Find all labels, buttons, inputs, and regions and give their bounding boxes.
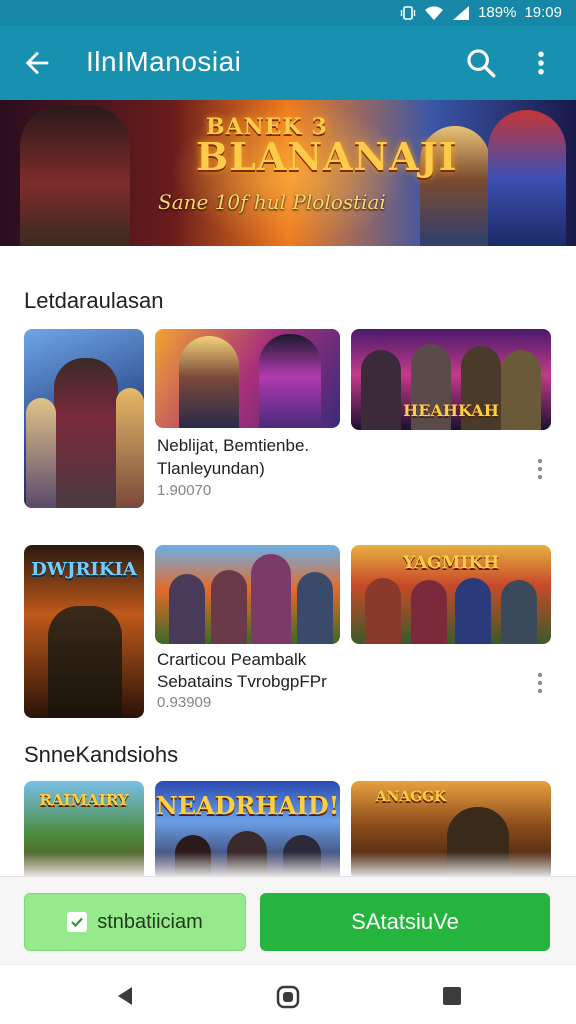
page-title: IlnIManosiai: [86, 46, 242, 77]
item-subtitle: Sebatains TvrobgpFPr: [157, 672, 327, 691]
item-title[interactable]: Neblijat, Bemtienbe.: [157, 434, 309, 458]
thumbnail-logo: NEADRHAID!: [155, 791, 340, 820]
thumbnail-logo: HEAHKAH: [403, 401, 499, 420]
system-nav-bar: [0, 964, 576, 1024]
game-thumbnail[interactable]: [155, 545, 340, 644]
game-thumbnail[interactable]: [155, 329, 340, 428]
nav-back-icon[interactable]: [114, 985, 136, 1007]
item-more-icon[interactable]: [535, 458, 545, 480]
wifi-icon: [425, 5, 444, 20]
section-title: Letdaraulasan: [24, 288, 164, 313]
item-rating: 0.93909: [157, 694, 212, 711]
vibrate-icon: [400, 5, 416, 20]
thumbnail-logo: DWJRIKIA: [31, 559, 137, 580]
banner-hero-warrior: [20, 106, 130, 246]
search-icon[interactable]: [464, 46, 498, 80]
secondary-action-label: stnbatiiciam: [97, 910, 203, 933]
primary-action-label: SAtatsiuVe: [351, 909, 459, 934]
item-title[interactable]: Crarticou Peambalk: [157, 648, 306, 672]
secondary-action-button[interactable]: stnbatiiciam: [24, 893, 246, 951]
item-more-icon[interactable]: [535, 672, 545, 694]
more-vert-icon[interactable]: [526, 46, 556, 80]
game-thumbnail[interactable]: [24, 329, 144, 508]
checkbox-icon: [67, 912, 88, 932]
action-bar: stnbatiiciam SAtatsiuVe: [0, 876, 576, 964]
banner-subtitle: Sane 10f hul Plolostiai: [158, 190, 386, 214]
app-bar: IlnIManosiai: [0, 26, 576, 100]
clock: 19:09: [524, 4, 562, 21]
item-rating: 1.90070: [157, 482, 212, 499]
nav-recents-icon[interactable]: [442, 986, 462, 1006]
status-bar: 189% 19:09: [0, 0, 576, 26]
hero-banner[interactable]: BANEK 3 BLANANAJI Sane 10f hul Plolostia…: [0, 100, 576, 246]
section-title: SnneKandsiohs: [24, 742, 179, 767]
banner-title-main: BLANANAJI: [196, 134, 458, 179]
battery-percent: 189%: [478, 4, 517, 21]
game-thumbnail[interactable]: YAGMIKH: [351, 545, 551, 644]
nav-home-icon[interactable]: [276, 985, 300, 1009]
signal-icon: [453, 5, 470, 20]
back-arrow-icon[interactable]: [20, 46, 54, 80]
thumbnail-logo: YAGMIKH: [402, 553, 500, 573]
thumbnail-logo: RAIMAIRY: [39, 791, 129, 809]
thumbnail-logo: ANAGGK: [375, 789, 447, 805]
item-subtitle: Tlanleyundan): [157, 459, 265, 478]
game-thumbnail[interactable]: DWJRIKIA: [24, 545, 144, 718]
banner-hero-knight: [488, 110, 566, 246]
primary-action-button[interactable]: SAtatsiuVe: [260, 893, 550, 951]
game-thumbnail[interactable]: HEAHKAH: [351, 329, 551, 430]
